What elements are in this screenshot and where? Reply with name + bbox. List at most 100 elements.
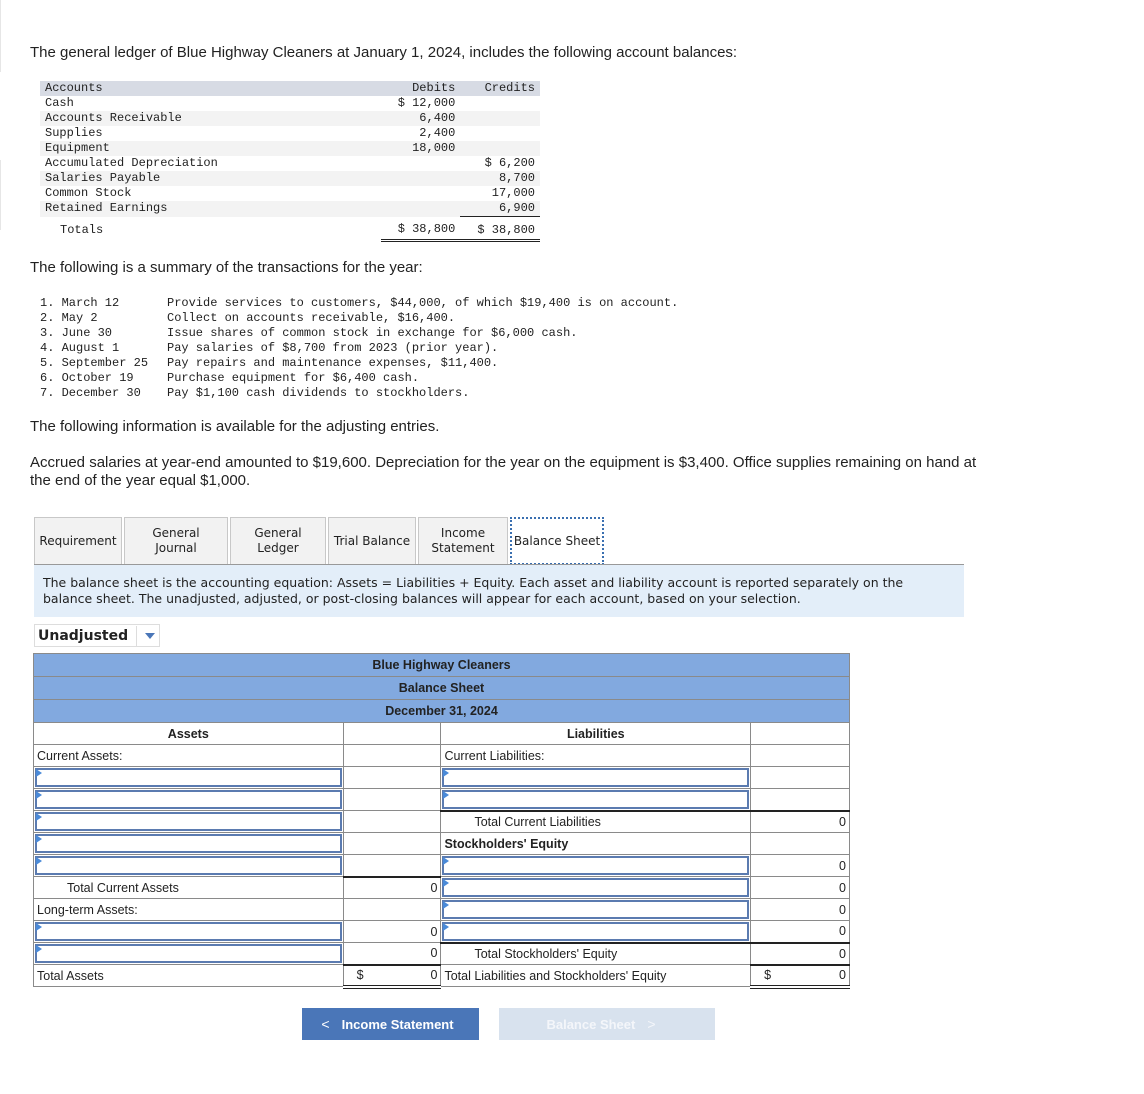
transaction-item: 5. September 25 Pay repairs and maintenan… — [40, 356, 678, 371]
ledger-row: Accumulated Depreciation $ 6,200 — [40, 156, 540, 171]
amount-cell — [342, 744, 442, 767]
equity-input-1[interactable] — [440, 854, 752, 877]
ledger-row: Cash $ 12,000 — [40, 96, 540, 111]
tab-balance-sheet[interactable]: Balance Sheet — [510, 517, 604, 565]
account-select-input[interactable] — [35, 922, 342, 941]
ledger-credit: $ 6,200 — [484, 156, 535, 170]
ledger-header-debits: Debits — [380, 81, 461, 96]
account-select-input[interactable] — [35, 834, 342, 853]
left-rule — [0, 160, 1, 230]
tab-trial-balance[interactable]: Trial Balance — [328, 517, 416, 565]
equity-value-4: 0 — [750, 920, 850, 943]
ledger-row: Salaries Payable 8,700 — [40, 171, 540, 186]
balance-type-dropdown[interactable]: Unadjusted — [34, 624, 160, 647]
total-current-liabilities-value: 0 — [750, 809, 850, 833]
ledger-totals-credit: $ 38,800 — [460, 216, 540, 242]
long-term-asset-input-2[interactable] — [33, 942, 344, 965]
ledger-debit — [381, 186, 461, 201]
ledger-account: Salaries Payable — [40, 171, 381, 186]
account-select-input[interactable] — [442, 768, 750, 787]
equity-value-1: 0 — [750, 854, 850, 877]
current-asset-input-4[interactable] — [33, 832, 344, 855]
account-select-input[interactable] — [35, 944, 342, 963]
ledger-debit — [380, 201, 461, 217]
ledger-row: Common Stock 17,000 — [40, 186, 540, 201]
current-asset-input-1[interactable] — [33, 766, 344, 789]
account-select-input[interactable] — [442, 878, 750, 897]
current-liabilities-label: Current Liabilities: — [440, 744, 752, 767]
account-select-input[interactable] — [35, 856, 342, 875]
total-current-liabilities-label: Total Current Liabilities — [440, 809, 752, 833]
current-asset-input-2[interactable] — [33, 788, 344, 811]
transaction-text: Provide services to customers, $44,000, … — [167, 296, 679, 310]
current-asset-input-5[interactable] — [33, 854, 344, 877]
total-stockholders-equity-value: 0 — [750, 941, 850, 965]
ledger-credit: 6,900 — [460, 201, 540, 217]
stockholders-equity-label: Stockholders' Equity — [440, 832, 752, 855]
long-term-assets-label: Long-term Assets: — [33, 898, 344, 921]
account-select-input[interactable] — [442, 900, 750, 919]
next-button-label: Balance Sheet — [546, 1016, 636, 1032]
ledger-credit: 8,700 — [460, 171, 540, 186]
tab-bar: Requirement General Journal General Ledg… — [34, 517, 606, 565]
ledger-debit: 6,400 — [380, 111, 461, 126]
current-liability-input-1[interactable] — [440, 766, 752, 789]
transaction-text: Collect on accounts receivable, $16,400. — [167, 311, 456, 325]
equity-input-2[interactable] — [440, 876, 752, 899]
ledger-header-credits: Credits — [460, 81, 540, 96]
assets-header: Assets — [33, 722, 344, 745]
transaction-text: Issue shares of common stock in exchange… — [167, 326, 578, 340]
transactions-intro: The following is a summary of the transa… — [30, 259, 423, 276]
equity-input-3[interactable] — [440, 898, 752, 921]
next-balance-sheet-button[interactable]: Balance Sheet > — [499, 1008, 715, 1040]
current-asset-input-3[interactable] — [33, 810, 344, 833]
currency-symbol: $ — [764, 968, 772, 982]
current-assets-label: Current Assets: — [33, 744, 344, 767]
ledger-account: Common Stock — [45, 186, 132, 200]
total-current-assets-value: 0 — [342, 875, 442, 899]
account-select-input[interactable] — [35, 812, 342, 831]
assets-amount-header — [342, 722, 442, 745]
transaction-date: 3. June 30 — [40, 326, 113, 340]
account-select-input[interactable] — [442, 922, 750, 941]
ledger-row: Supplies 2,400 — [40, 126, 540, 141]
transaction-text: Pay repairs and maintenance expenses, $1… — [167, 356, 499, 370]
total-assets-cell: $0 — [342, 963, 442, 989]
chevron-down-icon — [145, 632, 155, 639]
long-term-asset-input-1[interactable] — [33, 920, 344, 943]
amount-cell — [342, 766, 442, 789]
account-select-input[interactable] — [442, 790, 750, 809]
tab-requirement[interactable]: Requirement — [34, 517, 122, 565]
prev-income-statement-button[interactable]: < Income Statement — [302, 1008, 479, 1040]
amount-cell — [342, 832, 442, 855]
account-select-input[interactable] — [442, 856, 750, 875]
ledger-credit — [460, 96, 540, 111]
account-select-input[interactable] — [35, 790, 342, 809]
info-box: The balance sheet is the accounting equa… — [34, 565, 964, 617]
current-liability-input-2[interactable] — [440, 788, 752, 811]
amount-cell — [342, 854, 442, 877]
tab-income-statement[interactable]: Income Statement — [418, 517, 508, 565]
intro-text: The general ledger of Blue Highway Clean… — [30, 44, 738, 61]
ledger-row: Retained Earnings 6,900 — [40, 201, 540, 217]
currency-symbol: $ — [356, 968, 364, 982]
chevron-left-icon: < — [321, 1016, 330, 1032]
ledger-table: Accounts Debits Credits Cash $ 12,000 Acc… — [40, 81, 540, 242]
tab-general-ledger[interactable]: General Ledger — [230, 517, 326, 565]
ledger-credit — [460, 111, 540, 126]
account-select-input[interactable] — [35, 768, 342, 787]
transaction-item: 6. October 19 Purchase equipment for $6,4… — [40, 371, 678, 386]
transaction-date: 5. September 25 — [40, 356, 149, 370]
total-assets-value: 0 — [430, 968, 438, 982]
ledger-debit: 18,000 — [380, 141, 461, 156]
amount-cell — [750, 744, 850, 767]
transaction-date: 6. October 19 — [40, 371, 134, 385]
total-assets-label: Total Assets — [33, 964, 344, 987]
amount-cell — [342, 788, 442, 811]
long-term-value-2: 0 — [342, 942, 442, 965]
ledger-debit — [381, 156, 461, 171]
tab-general-journal[interactable]: General Journal — [124, 517, 228, 565]
equity-value-2: 0 — [750, 876, 850, 899]
equity-input-4[interactable] — [440, 920, 752, 943]
statement-date: December 31, 2024 — [33, 699, 850, 723]
